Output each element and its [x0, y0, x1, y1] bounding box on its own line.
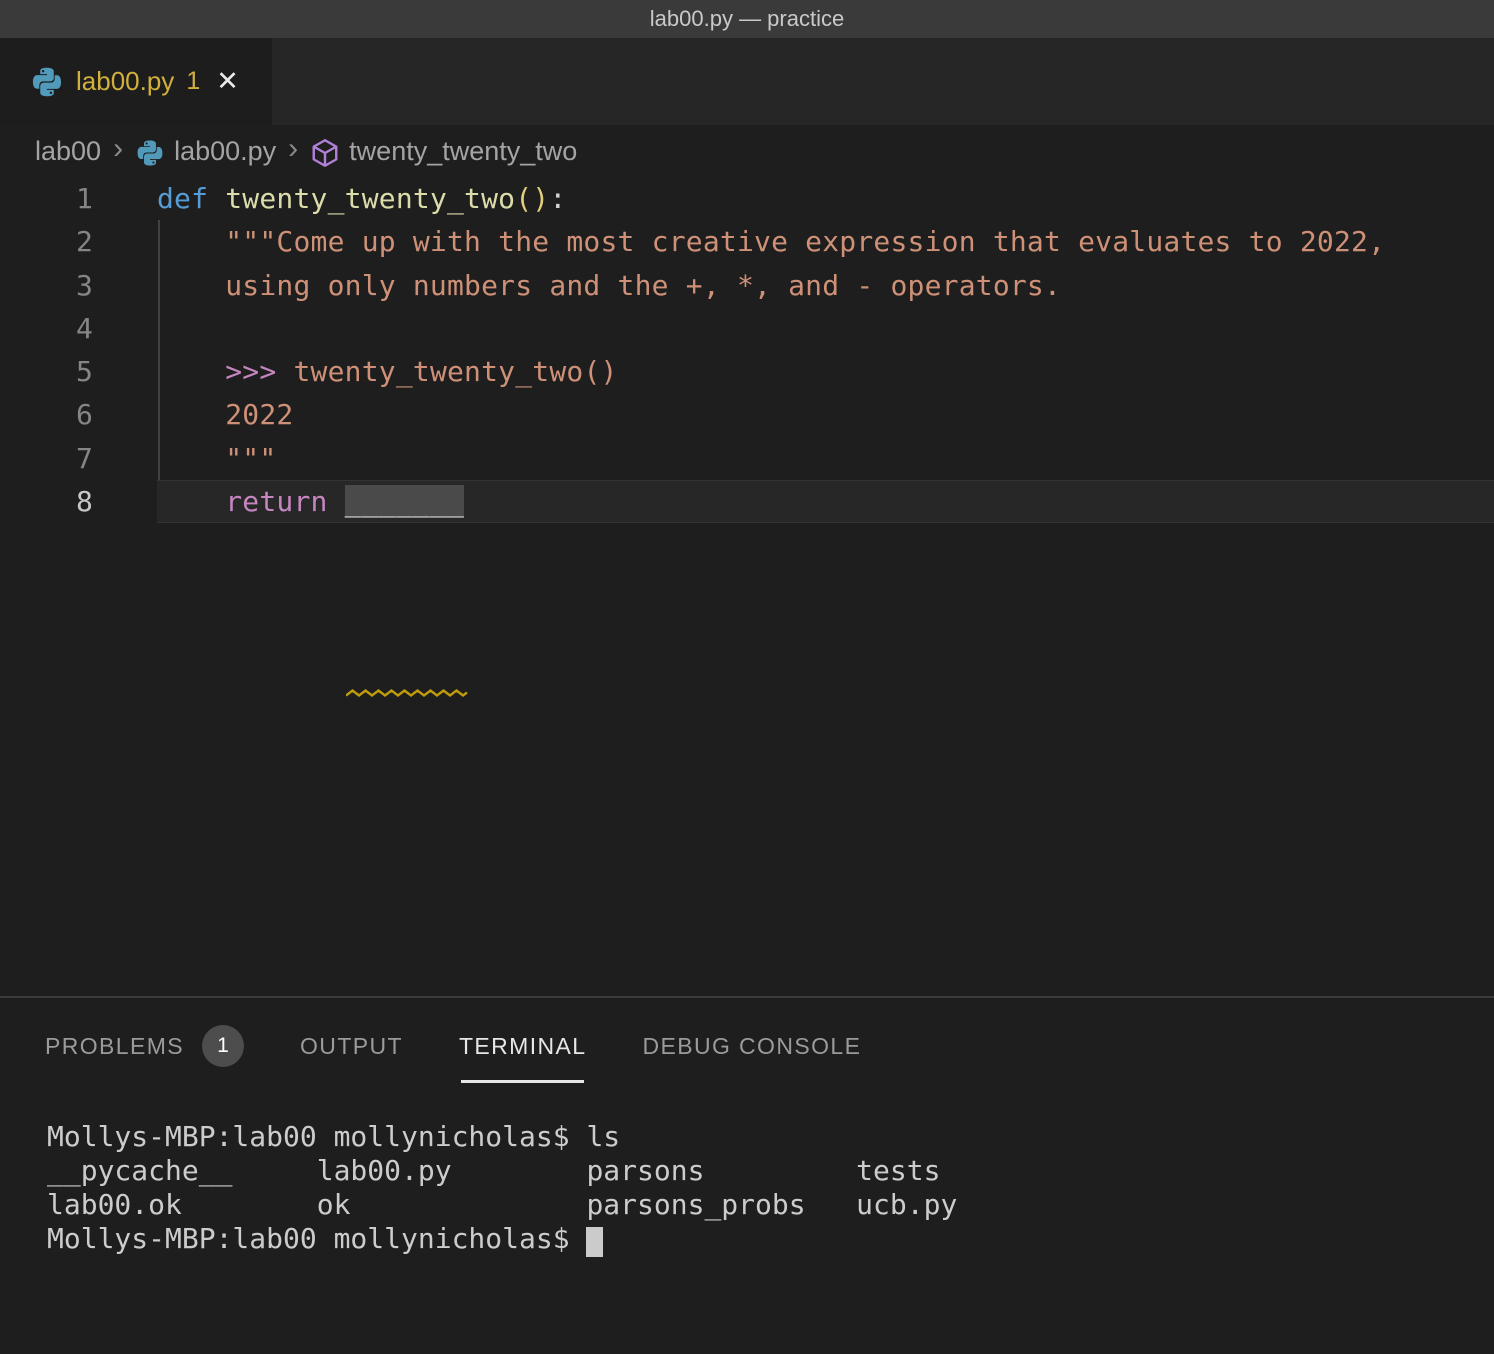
panel-tab-terminal[interactable]: TERMINAL — [459, 1018, 587, 1074]
code-segment — [157, 355, 225, 388]
line-number: 2 — [0, 220, 95, 263]
chevron-right-icon: › — [113, 134, 123, 164]
code-segment — [208, 182, 225, 215]
code-line[interactable]: 6 2022 — [0, 393, 1494, 436]
code-editor[interactable]: 1def twenty_twenty_two():2 """Come up wi… — [0, 177, 1494, 996]
symbol-method-cube-icon — [310, 138, 340, 168]
code-segment: () — [515, 182, 549, 215]
chevron-right-icon: › — [288, 134, 298, 164]
selected-blank-placeholder: _______ — [345, 485, 464, 518]
panel-tab-output[interactable]: OUTPUT — [300, 1018, 403, 1074]
terminal-line: __pycache__ lab00.py parsons tests — [47, 1154, 957, 1188]
code-segment: twenty_twenty_two — [225, 182, 515, 215]
line-number: 5 — [0, 350, 95, 393]
vscode-window: lab00.py — practice lab00.py 1 ✕ lab00 ›… — [0, 0, 1494, 1354]
panel-tab-bar: PROBLEMS 1 OUTPUT TERMINAL DEBUG CONSOLE — [45, 1018, 861, 1074]
code-segment: twenty_twenty_two() — [276, 355, 617, 388]
panel-tab-label: PROBLEMS — [45, 1033, 184, 1060]
warning-squiggle — [346, 688, 468, 698]
code-line[interactable]: 5 >>> twenty_twenty_two() — [0, 350, 1494, 393]
line-number: 8 — [0, 480, 95, 523]
code-segment: using only numbers and the +, *, and - o… — [157, 269, 1061, 302]
code-segment: : — [549, 182, 566, 215]
code-text: """Come up with the most creative expres… — [95, 220, 1385, 263]
bottom-panel: PROBLEMS 1 OUTPUT TERMINAL DEBUG CONSOLE Mol… — [0, 998, 1494, 1354]
code-line[interactable]: 8 return _______ — [0, 480, 1494, 523]
panel-tab-problems[interactable]: PROBLEMS 1 — [45, 1018, 244, 1074]
tab-problem-count: 1 — [186, 67, 200, 96]
line-number: 1 — [0, 177, 95, 220]
code-text: def twenty_twenty_two(): — [95, 177, 566, 220]
window-title: lab00.py — practice — [650, 6, 844, 32]
terminal[interactable]: Mollys-MBP:lab00 mollynicholas$ ls__pyca… — [47, 1120, 957, 1256]
terminal-line: Mollys-MBP:lab00 mollynicholas$ ls — [47, 1120, 957, 1154]
breadcrumb: lab00 › lab00.py › twenty_twenty_two — [0, 125, 1494, 177]
tab-bar: lab00.py 1 ✕ — [0, 38, 1494, 125]
panel-tab-debug-console[interactable]: DEBUG CONSOLE — [642, 1018, 861, 1074]
code-text: 2022 — [95, 393, 293, 436]
code-segment: """Come up with the most creative expres… — [157, 225, 1385, 258]
terminal-line: lab00.ok ok parsons_probs ucb.py — [47, 1188, 957, 1222]
line-number: 4 — [0, 307, 95, 350]
breadcrumb-symbol[interactable]: twenty_twenty_two — [349, 136, 577, 167]
terminal-line: Mollys-MBP:lab00 mollynicholas$ — [47, 1222, 957, 1256]
code-segment: def — [157, 182, 208, 215]
breadcrumb-file[interactable]: lab00.py — [174, 136, 276, 167]
tab-filename: lab00.py — [76, 66, 174, 97]
panel-tab-label: OUTPUT — [300, 1033, 403, 1060]
code-text: >>> twenty_twenty_two() — [95, 350, 618, 393]
python-icon — [135, 138, 165, 168]
python-icon — [30, 65, 64, 99]
breadcrumb-folder[interactable]: lab00 — [35, 136, 101, 167]
code-segment: """ — [157, 442, 276, 475]
code-text: """ — [95, 437, 276, 480]
code-line[interactable]: 2 """Come up with the most creative expr… — [0, 220, 1494, 263]
line-number: 6 — [0, 393, 95, 436]
tab-lab00py[interactable]: lab00.py 1 ✕ — [0, 38, 272, 125]
code-lines: 1def twenty_twenty_two():2 """Come up wi… — [0, 177, 1494, 523]
code-line[interactable]: 3 using only numbers and the +, *, and -… — [0, 264, 1494, 307]
code-segment — [328, 485, 345, 518]
panel-tab-label: DEBUG CONSOLE — [642, 1033, 861, 1060]
code-text — [95, 307, 157, 350]
terminal-cursor — [586, 1227, 603, 1257]
code-line[interactable]: 1def twenty_twenty_two(): — [0, 177, 1494, 220]
close-icon[interactable]: ✕ — [216, 68, 239, 95]
line-number: 7 — [0, 437, 95, 480]
code-text: return _______ — [95, 480, 464, 523]
code-segment — [157, 485, 225, 518]
code-line[interactable]: 7 """ — [0, 437, 1494, 480]
problems-count-badge: 1 — [202, 1025, 244, 1067]
code-text: using only numbers and the +, *, and - o… — [95, 264, 1061, 307]
line-number: 3 — [0, 264, 95, 307]
panel-tab-label: TERMINAL — [459, 1033, 587, 1060]
title-bar: lab00.py — practice — [0, 0, 1494, 38]
code-line[interactable]: 4 — [0, 307, 1494, 350]
code-segment: >>> — [225, 355, 276, 388]
code-segment: 2022 — [157, 398, 293, 431]
code-segment: return — [225, 485, 327, 518]
